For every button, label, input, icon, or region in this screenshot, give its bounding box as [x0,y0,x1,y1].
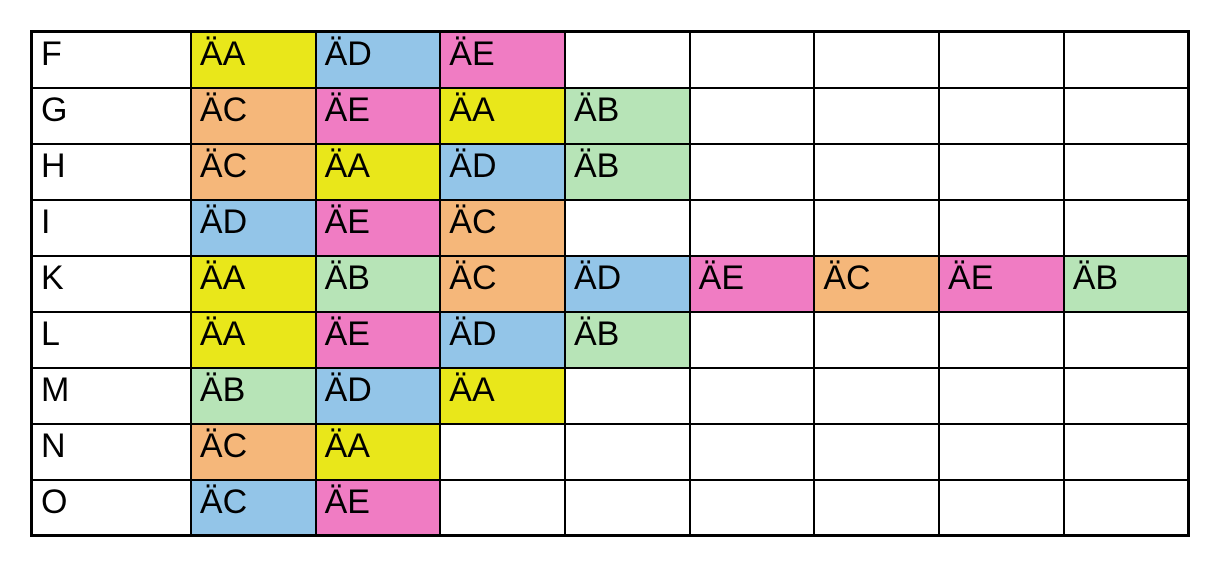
table-row: NÄCÄA [32,424,1189,480]
value-cell: ÄD [440,312,565,368]
value-cell: ÄC [191,424,316,480]
table-row: LÄAÄEÄDÄB [32,312,1189,368]
value-cell: ÄA [191,256,316,312]
empty-cell [939,368,1064,424]
empty-cell [565,368,690,424]
row-label: F [32,32,191,88]
value-cell: ÄB [565,312,690,368]
empty-cell [690,144,815,200]
row-label: O [32,480,191,536]
value-cell: ÄE [316,200,441,256]
empty-cell [1064,32,1189,88]
value-cell: ÄC [814,256,939,312]
value-cell: ÄE [690,256,815,312]
empty-cell [939,144,1064,200]
value-cell: ÄA [191,32,316,88]
empty-cell [1064,88,1189,144]
empty-cell [939,424,1064,480]
empty-cell [690,88,815,144]
empty-cell [939,312,1064,368]
value-cell: ÄA [316,144,441,200]
empty-cell [1064,200,1189,256]
empty-cell [814,480,939,536]
row-label: M [32,368,191,424]
value-cell: ÄC [440,256,565,312]
row-label: L [32,312,191,368]
empty-cell [565,32,690,88]
empty-cell [690,480,815,536]
empty-cell [565,480,690,536]
value-cell: ÄB [565,144,690,200]
value-cell: ÄD [316,368,441,424]
row-label: K [32,256,191,312]
empty-cell [814,144,939,200]
empty-cell [939,480,1064,536]
empty-cell [939,200,1064,256]
empty-cell [440,424,565,480]
table-row: OÄCÄE [32,480,1189,536]
empty-cell [440,480,565,536]
value-cell: ÄB [1064,256,1189,312]
empty-cell [814,200,939,256]
empty-cell [1064,424,1189,480]
empty-cell [690,200,815,256]
row-label: G [32,88,191,144]
empty-cell [939,32,1064,88]
empty-cell [565,200,690,256]
value-cell: ÄA [191,312,316,368]
value-cell: ÄE [939,256,1064,312]
value-cell: ÄE [316,480,441,536]
value-cell: ÄE [316,312,441,368]
value-cell: ÄC [191,88,316,144]
row-label: H [32,144,191,200]
empty-cell [814,88,939,144]
value-cell: ÄA [440,88,565,144]
value-cell: ÄD [440,144,565,200]
value-cell: ÄC [440,200,565,256]
table-row: HÄCÄAÄDÄB [32,144,1189,200]
empty-cell [814,32,939,88]
value-cell: ÄC [191,480,316,536]
empty-cell [1064,480,1189,536]
table-row: FÄAÄDÄE [32,32,1189,88]
empty-cell [814,368,939,424]
empty-cell [1064,312,1189,368]
value-cell: ÄE [440,32,565,88]
empty-cell [1064,144,1189,200]
value-cell: ÄB [565,88,690,144]
table-row: MÄBÄDÄA [32,368,1189,424]
empty-cell [565,424,690,480]
value-cell: ÄB [316,256,441,312]
value-cell: ÄB [191,368,316,424]
empty-cell [690,424,815,480]
value-cell: ÄA [316,424,441,480]
empty-cell [1064,368,1189,424]
value-cell: ÄC [191,144,316,200]
empty-cell [690,368,815,424]
table-row: IÄDÄEÄC [32,200,1189,256]
row-label: N [32,424,191,480]
empty-cell [814,424,939,480]
table-row: KÄAÄBÄCÄDÄEÄCÄEÄB [32,256,1189,312]
row-label: I [32,200,191,256]
empty-cell [690,32,815,88]
sequence-table: FÄAÄDÄEGÄCÄEÄAÄBHÄCÄAÄDÄBIÄDÄEÄCKÄAÄBÄCÄ… [30,30,1190,537]
value-cell: ÄD [191,200,316,256]
value-cell: ÄA [440,368,565,424]
empty-cell [690,312,815,368]
table-row: GÄCÄEÄAÄB [32,88,1189,144]
value-cell: ÄD [316,32,441,88]
empty-cell [814,312,939,368]
value-cell: ÄE [316,88,441,144]
value-cell: ÄD [565,256,690,312]
empty-cell [939,88,1064,144]
